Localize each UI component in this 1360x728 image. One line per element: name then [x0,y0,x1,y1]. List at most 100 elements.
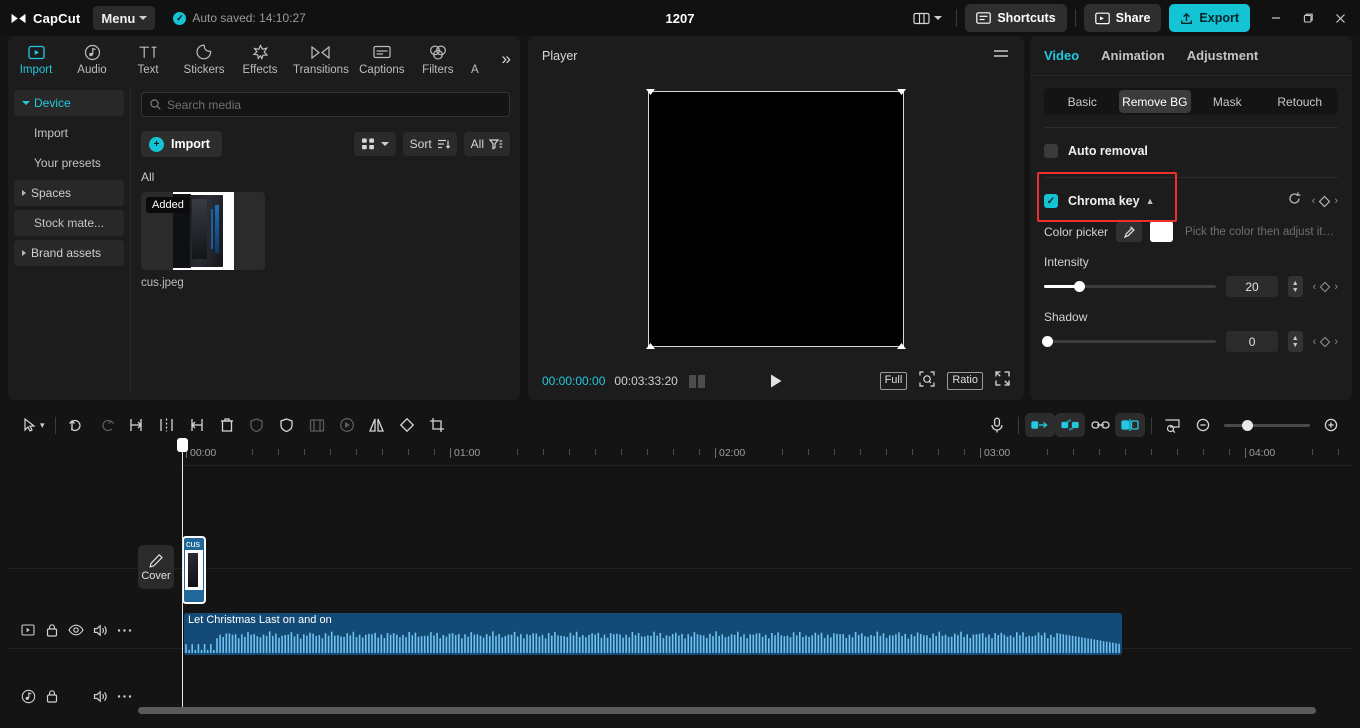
sidebar-item-brand-assets[interactable]: Brand assets [14,240,124,266]
subtab-mask[interactable]: Mask [1191,90,1264,113]
rotate-button[interactable] [392,410,422,440]
mirror-button[interactable] [362,410,392,440]
slider-knob[interactable] [1042,336,1053,347]
sidebar-item-stock-materials[interactable]: Stock mate... [14,210,124,236]
tab-adjustment[interactable]: A [466,36,484,82]
subtab-remove-bg[interactable]: Remove BG [1118,90,1191,113]
player-stage[interactable] [528,76,1024,362]
zoom-focus-button[interactable] [919,370,935,392]
layout-switch-button[interactable] [907,8,948,29]
ai-tool-button[interactable] [242,410,272,440]
timeline-ruler[interactable]: 00:00 01:00 02:00 03:00 04:00 [182,444,1352,466]
video-thumb-toggle-button[interactable] [16,618,40,642]
color-swatch[interactable] [1150,221,1174,242]
media-thumbnail[interactable]: Added [141,192,265,270]
reverse-button[interactable] [332,410,362,440]
link-clips-button[interactable] [1085,410,1115,440]
subtab-basic[interactable]: Basic [1046,90,1119,113]
menu-button[interactable]: Menu [93,6,156,30]
shield-button[interactable] [272,410,302,440]
zoom-out-button[interactable] [1188,410,1218,440]
tab-text[interactable]: Text [120,36,176,82]
sidebar-item-device[interactable]: Device [14,90,124,116]
tab-audio[interactable]: Audio [64,36,120,82]
sidebar-item-import[interactable]: Import [14,120,124,146]
auto-removal-checkbox[interactable] [1044,144,1058,158]
intensity-value[interactable]: 20 [1226,276,1278,297]
tab-video[interactable]: Video [1044,48,1079,63]
keyframe-prev-icon[interactable]: ‹ [1313,281,1317,293]
zoom-in-button[interactable] [1316,410,1346,440]
video-canvas-wrapper[interactable] [646,89,906,349]
playhead-grip[interactable] [177,438,188,452]
chroma-key-checkbox[interactable]: ✓ [1044,194,1058,208]
record-voiceover-button[interactable] [982,410,1012,440]
split-button[interactable] [152,410,182,440]
tab-animation[interactable]: Animation [1101,48,1165,63]
chevron-up-icon[interactable]: ▲ [1146,196,1155,206]
search-media-box[interactable] [141,92,510,117]
reset-button[interactable] [1287,191,1302,211]
audio-more-button[interactable] [112,684,136,708]
keyframe-control[interactable]: ‹ › [1312,195,1338,208]
keyframe-prev-icon[interactable]: ‹ [1313,336,1317,348]
undo-button[interactable] [62,410,92,440]
video-lock-button[interactable] [40,618,64,642]
video-visibility-button[interactable] [64,618,88,642]
intensity-keyframe[interactable]: ‹ › [1313,281,1338,293]
split-left-button[interactable] [122,410,152,440]
sort-button[interactable]: Sort [402,132,457,156]
shadow-slider[interactable] [1042,336,1217,347]
audio-lock-button[interactable] [40,684,64,708]
fullscreen-button[interactable] [995,371,1010,391]
zoom-slider-knob[interactable] [1242,419,1253,431]
close-button[interactable] [1324,3,1356,33]
keyframe-next-icon[interactable]: › [1334,281,1338,293]
eyedropper-button[interactable] [1116,221,1143,242]
sidebar-item-spaces[interactable]: Spaces [14,180,124,206]
search-input[interactable] [167,97,501,112]
shadow-stepper[interactable]: ▲ ▼ [1287,331,1303,352]
keyframe-next-icon[interactable]: › [1334,195,1338,207]
audio-track-icon-button[interactable] [16,684,40,708]
ratio-button[interactable]: Ratio [947,372,983,390]
tab-filters[interactable]: Filters [410,36,466,82]
redo-button[interactable] [92,410,122,440]
tab-transitions[interactable]: Transitions [288,36,354,82]
minimize-button[interactable] [1260,3,1292,33]
snap-toggle-button[interactable] [1055,413,1085,437]
playhead[interactable] [177,438,188,712]
export-button[interactable]: Export [1169,4,1250,32]
tool-dropdown-button[interactable]: ▾ [40,420,45,431]
video-canvas[interactable] [648,91,904,347]
thumbnail-preview-button[interactable] [1158,410,1188,440]
crop-button[interactable] [422,410,452,440]
freeze-frame-button[interactable] [302,410,332,440]
import-button[interactable]: + Import [141,131,222,157]
timeline-zoom-slider[interactable] [1224,419,1310,431]
delete-button[interactable] [212,410,242,440]
filter-button[interactable]: All [463,132,510,156]
video-clip[interactable]: cus [182,536,206,604]
audio-volume-button[interactable] [88,684,112,708]
auto-fit-button[interactable] [1025,413,1055,437]
shortcuts-button[interactable]: Shortcuts [965,4,1067,32]
shadow-keyframe[interactable]: ‹ › [1313,336,1338,348]
intensity-stepper[interactable]: ▲ ▼ [1287,276,1303,297]
tab-adjustment[interactable]: Adjustment [1187,48,1259,63]
timeline-horizontal-scrollbar[interactable] [138,707,1316,714]
maximize-button[interactable] [1292,3,1324,33]
keyframe-next-icon[interactable]: › [1334,336,1338,348]
audio-clip[interactable]: Let Christmas Last on and on [184,613,1122,655]
video-more-button[interactable] [112,618,136,642]
split-right-button[interactable] [182,410,212,440]
subtab-retouch[interactable]: Retouch [1264,90,1337,113]
tab-stickers[interactable]: Stickers [176,36,232,82]
tab-effects[interactable]: Effects [232,36,288,82]
keyframe-prev-icon[interactable]: ‹ [1312,195,1316,207]
share-button[interactable]: Share [1083,4,1162,32]
play-button[interactable] [765,373,787,389]
tab-captions[interactable]: Captions [354,36,410,82]
split-view-button[interactable] [1115,413,1145,437]
full-quality-button[interactable]: Full [879,372,908,390]
